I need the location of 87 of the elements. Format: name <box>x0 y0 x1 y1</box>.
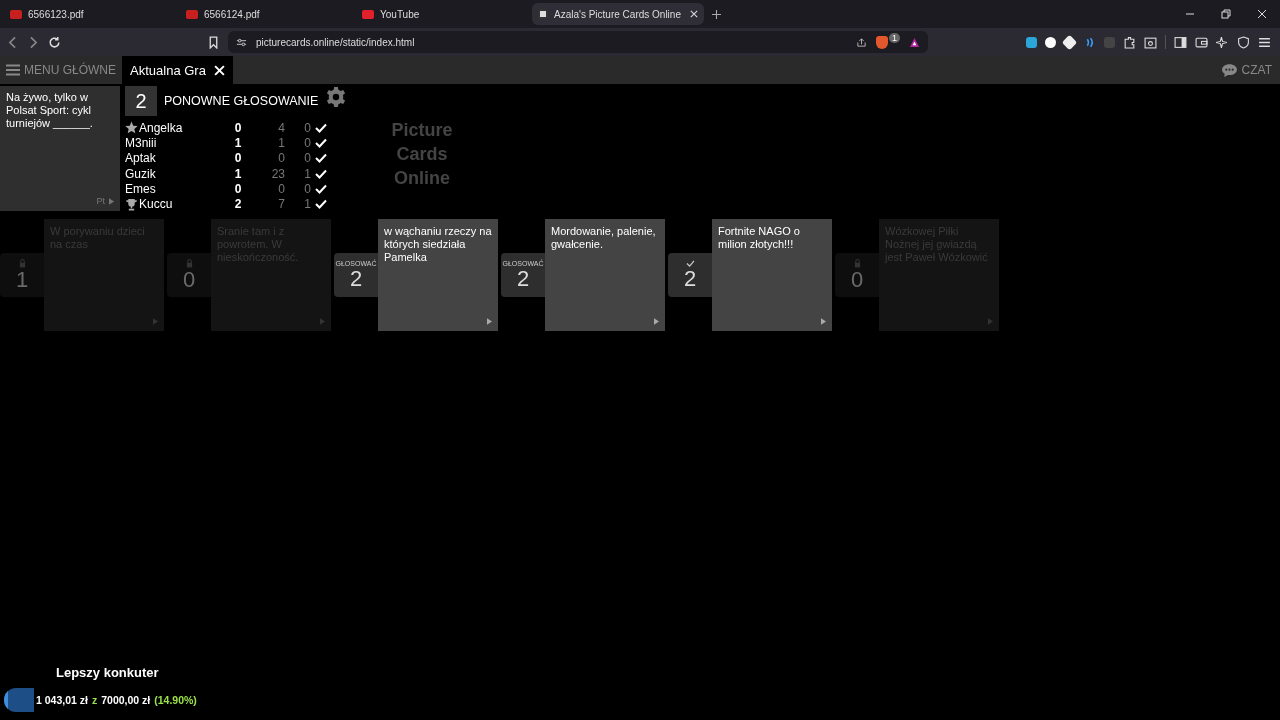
play-arrow-icon <box>988 318 993 325</box>
window-search-icon[interactable] <box>1144 35 1157 49</box>
round-number: 2 <box>125 86 157 116</box>
browser-tab[interactable]: YouTube <box>356 3 528 25</box>
player-stat: 7 <box>277 197 285 211</box>
logo-text: Picture Cards Online <box>390 119 454 190</box>
answer-card[interactable]: Mordowanie, palenie, gwałcenie. <box>545 219 665 331</box>
share-icon[interactable] <box>856 36 867 48</box>
play-arrow-icon <box>654 318 659 325</box>
play-arrow-icon <box>153 318 158 325</box>
prompt-text: Na żywo, tylko w Polsat Sport: cykl turniejów ______. <box>6 91 94 131</box>
player-stat: 1 <box>303 166 311 181</box>
play-arrow-icon <box>320 318 325 325</box>
player-stat: 0 <box>303 120 311 135</box>
shield-count-badge: 1 <box>889 33 900 43</box>
player-score: 0 <box>233 151 243 166</box>
player-stat: 0 <box>277 181 285 196</box>
current-game-tab[interactable]: Aktualna Gra <box>122 56 233 84</box>
player-name: Guzik <box>125 166 157 181</box>
play-arrow-icon <box>821 318 826 325</box>
player-score: 0 <box>233 181 243 196</box>
goal-amount: 1 043,01 zł <box>36 694 88 706</box>
player-stat: 4 <box>277 120 285 135</box>
goal-title: Lepszy konkuter <box>56 665 160 680</box>
puzzle-icon[interactable] <box>1123 35 1136 49</box>
vote-count: 2 <box>683 266 697 291</box>
bookmark-icon[interactable] <box>207 35 220 49</box>
player-stat: 23 <box>270 166 285 181</box>
goal-progress-bar <box>4 688 34 712</box>
answer-card[interactable]: w wąchaniu rzeczy na których siedziała Pamelka <box>378 219 498 331</box>
player-name: Angelka <box>125 120 233 135</box>
player-name: Kuccu <box>125 197 233 211</box>
speech-bubble-icon <box>1220 62 1238 78</box>
play-icon <box>362 9 374 19</box>
sliders-icon <box>236 36 247 48</box>
new-tab-icon[interactable] <box>712 9 721 19</box>
page-icon <box>538 9 548 19</box>
player-stat: 0 <box>303 135 311 150</box>
goal-target: 7000,00 zł <box>101 694 151 706</box>
goal-percent: (14.90%) <box>154 694 197 706</box>
menu-icon[interactable] <box>1258 35 1271 49</box>
close-icon[interactable] <box>690 10 698 18</box>
player-score: 1 <box>233 135 243 150</box>
lock-icon <box>853 258 861 268</box>
address-bar[interactable]: picturecards.online/static/index.html 1 <box>228 31 928 53</box>
star-icon <box>125 121 138 135</box>
player-stat: 1 <box>303 197 311 211</box>
player-stat: 0 <box>303 151 311 166</box>
reload-icon[interactable] <box>48 35 61 49</box>
card-footer-label: Pt <box>96 196 105 206</box>
vote-count: 0 <box>182 267 196 292</box>
round-title: PONOWNE GŁOSOWANIE <box>164 94 319 108</box>
close-icon[interactable] <box>1257 9 1267 19</box>
lock-icon <box>18 258 26 268</box>
settings-icon[interactable] <box>325 86 348 108</box>
player-score: 0 <box>233 120 243 135</box>
goal-separator: z <box>91 694 98 706</box>
menu-icon <box>6 64 20 76</box>
lock-icon <box>185 258 193 268</box>
sparkle-icon[interactable] <box>1216 35 1229 49</box>
player-stat: 0 <box>303 181 311 196</box>
player-name: Aptak <box>125 151 157 166</box>
play-arrow-icon <box>487 318 492 325</box>
extension-icon[interactable] <box>1045 36 1056 48</box>
player-score: 1 <box>233 166 243 181</box>
player-stat: 0 <box>277 151 285 166</box>
restore-icon[interactable] <box>1221 9 1231 19</box>
browser-tab[interactable]: 6566124.pdf <box>180 3 352 25</box>
chat-button[interactable]: CZAT <box>1212 56 1280 84</box>
answer-card[interactable]: Fortnite NAGO o milion złotych!!! <box>712 219 832 331</box>
browser-tab[interactable]: Azala's Picture Cards Online <box>532 3 704 25</box>
wallet-icon[interactable] <box>1195 35 1208 49</box>
vote-count: 1 <box>15 267 29 292</box>
shield-icon[interactable] <box>1237 35 1250 49</box>
sidebar-icon[interactable] <box>1174 35 1187 49</box>
browser-tab[interactable]: 6566123.pdf <box>4 3 176 25</box>
check-icon <box>685 259 695 267</box>
lion-shield-icon[interactable] <box>876 35 888 49</box>
triangle-icon[interactable] <box>909 36 920 48</box>
player-name: M3niii <box>125 135 158 150</box>
play-arrow-icon <box>109 197 114 205</box>
vote-count: 0 <box>850 267 864 292</box>
player-name: Emes <box>125 181 157 196</box>
trophy-icon <box>125 197 138 211</box>
player-score: 2 <box>233 197 243 211</box>
main-menu-button[interactable]: MENU GŁÓWNE <box>0 56 122 84</box>
player-stat: 1 <box>277 135 285 150</box>
